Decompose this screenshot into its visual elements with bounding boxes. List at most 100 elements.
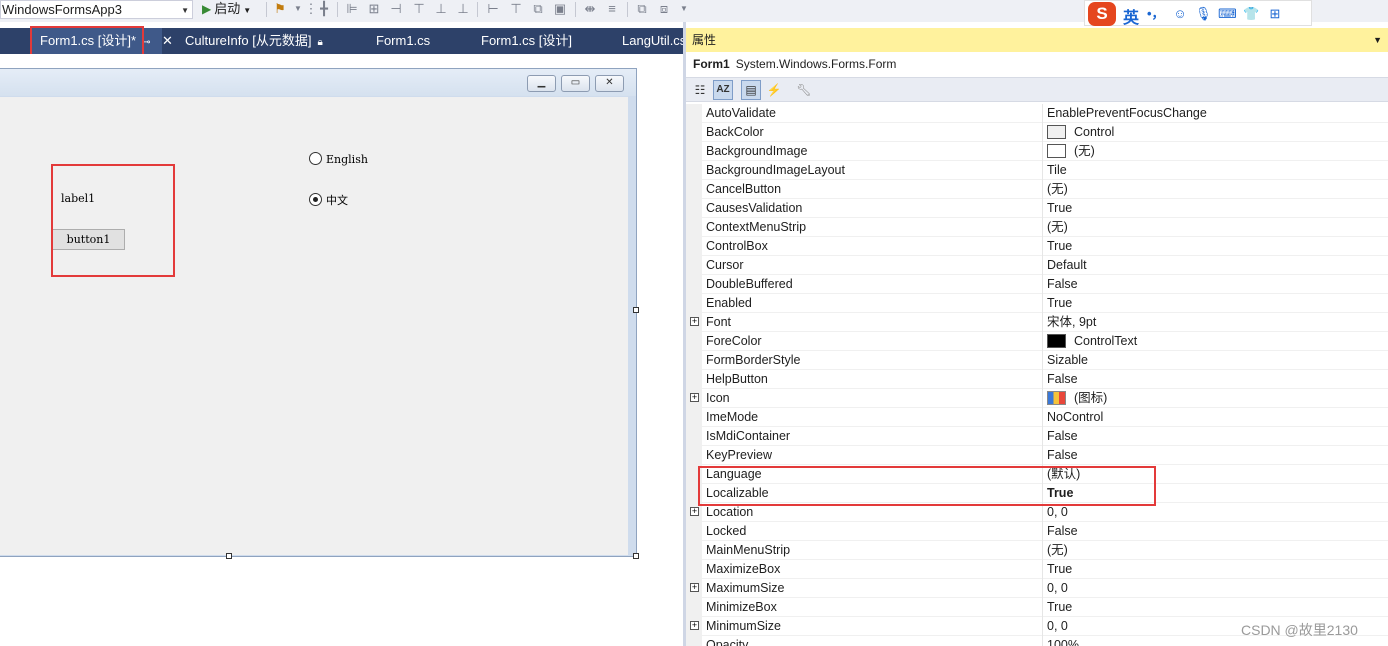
property-row-helpbutton[interactable]: HelpButton False [686, 370, 1388, 389]
tab-cultureinfo[interactable]: CultureInfo [从元数据] 🔒︎ [185, 28, 323, 54]
expand-plus-icon[interactable]: + [690, 583, 699, 592]
property-value[interactable]: True [1047, 294, 1072, 313]
tab-close-button[interactable]: ✕ [162, 28, 173, 54]
skin-shirt-icon[interactable]: 👕 [1243, 6, 1259, 22]
form1-window[interactable]: ▁ ▭ ✕ label1 button1 English 中文 [0, 68, 637, 557]
align-centers-icon[interactable]: ⊞ [366, 1, 382, 17]
size-to-grid-icon[interactable]: ▣ [552, 1, 568, 17]
microphone-icon[interactable]: 🎙 [1195, 6, 1212, 22]
property-value[interactable]: (无) [1047, 142, 1095, 161]
horizontal-spacing-icon[interactable]: ⇼ [582, 1, 598, 17]
chevron-down-icon[interactable]: ▼ [676, 1, 692, 17]
align-to-grid-icon[interactable]: ╋ [316, 1, 332, 17]
property-value[interactable]: 0, 0 [1047, 617, 1068, 636]
property-row-enabled[interactable]: Enabled True [686, 294, 1388, 313]
browser-link-icon[interactable]: ⚑ [272, 1, 288, 17]
property-value[interactable]: (图标) [1047, 389, 1107, 408]
property-value[interactable]: False [1047, 427, 1078, 446]
property-value[interactable]: (无) [1047, 180, 1068, 199]
radio-chinese[interactable]: 中文 [309, 192, 348, 208]
close-icon[interactable]: ✕ [162, 33, 173, 48]
property-row-maximumsize[interactable]: + MaximumSize 0, 0 [686, 579, 1388, 598]
tab-langutil[interactable]: LangUtil.cs [622, 28, 686, 54]
align-rights-icon[interactable]: ⊣ [388, 1, 404, 17]
align-bottoms-icon[interactable]: ⊥ [455, 1, 471, 17]
expand-plus-icon[interactable]: + [690, 507, 699, 516]
property-row-cursor[interactable]: Cursor Default [686, 256, 1388, 275]
tab-form1-code[interactable]: Form1.cs [376, 28, 430, 54]
expand-plus-icon[interactable]: + [690, 317, 699, 326]
property-row-icon[interactable]: + Icon (图标) [686, 389, 1388, 408]
property-value[interactable]: Sizable [1047, 351, 1088, 370]
toolbox-grid-icon[interactable]: ⊞ [1267, 6, 1283, 22]
property-value[interactable]: ControlText [1047, 332, 1137, 351]
property-row-ismdicontainer[interactable]: IsMdiContainer False [686, 427, 1388, 446]
send-to-back-icon[interactable]: ⧈ [656, 1, 672, 17]
property-row-doublebuffered[interactable]: DoubleBuffered False [686, 275, 1388, 294]
property-value[interactable]: NoControl [1047, 408, 1103, 427]
property-value[interactable]: (无) [1047, 541, 1068, 560]
resize-handle-corner[interactable] [633, 553, 639, 559]
punctuation-icon[interactable]: •， [1147, 6, 1165, 22]
make-same-width-icon[interactable]: ⊢ [485, 1, 501, 17]
property-value[interactable]: True [1047, 560, 1072, 579]
property-row-causesvalidation[interactable]: CausesValidation True [686, 199, 1388, 218]
property-value[interactable]: Tile [1047, 161, 1067, 180]
property-row-keypreview[interactable]: KeyPreview False [686, 446, 1388, 465]
property-row-maximizebox[interactable]: MaximizeBox True [686, 560, 1388, 579]
property-value[interactable]: False [1047, 522, 1078, 541]
property-row-backgroundimage[interactable]: BackgroundImage (无) [686, 142, 1388, 161]
property-value[interactable]: 100% [1047, 636, 1079, 646]
property-row-forecolor[interactable]: ForeColor ControlText [686, 332, 1388, 351]
property-row-autovalidate[interactable]: AutoValidate EnablePreventFocusChange [686, 104, 1388, 123]
property-row-controlbox[interactable]: ControlBox True [686, 237, 1388, 256]
property-row-minimizebox[interactable]: MinimizeBox True [686, 598, 1388, 617]
tab-form1-designer-2[interactable]: Form1.cs [设计] [481, 28, 572, 54]
property-value[interactable]: Control [1047, 123, 1114, 142]
property-value[interactable]: True [1047, 598, 1072, 617]
property-row-mainmenustrip[interactable]: MainMenuStrip (无) [686, 541, 1388, 560]
sogou-logo-icon[interactable]: S [1088, 2, 1116, 26]
radio-english[interactable]: English [309, 152, 368, 166]
categorized-icon[interactable]: ☷ [690, 80, 710, 100]
ime-language-toggle[interactable]: 英 [1123, 4, 1139, 28]
property-value[interactable]: False [1047, 446, 1078, 465]
bring-to-front-icon[interactable]: ⧉ [634, 1, 650, 17]
make-same-size-icon[interactable]: ⧉ [530, 1, 546, 17]
property-value[interactable]: Default [1047, 256, 1087, 275]
align-middles-icon[interactable]: ⊥ [433, 1, 449, 17]
resize-handle-bottom[interactable] [226, 553, 232, 559]
emoji-icon[interactable]: ☺ [1172, 6, 1188, 22]
chevron-down-icon[interactable]: ▼ [1373, 28, 1382, 52]
keyboard-icon[interactable]: ⌨ [1218, 6, 1237, 22]
make-same-height-icon[interactable]: ⊤ [508, 1, 524, 17]
property-value[interactable]: (无) [1047, 218, 1068, 237]
expand-plus-icon[interactable]: + [690, 621, 699, 630]
project-combo[interactable]: WindowsFormsApp3 ▼ [0, 0, 193, 19]
expand-plus-icon[interactable]: + [690, 393, 699, 402]
property-value[interactable]: False [1047, 370, 1078, 389]
property-row-formborderstyle[interactable]: FormBorderStyle Sizable [686, 351, 1388, 370]
property-value[interactable]: True [1047, 237, 1072, 256]
property-row-contextmenustrip[interactable]: ContextMenuStrip (无) [686, 218, 1388, 237]
alphabetical-icon[interactable]: AZ [713, 80, 733, 100]
property-pages-wrench-icon[interactable]: 🔧︎ [794, 80, 814, 100]
property-row-font[interactable]: + Font 宋体, 9pt [686, 313, 1388, 332]
property-row-locked[interactable]: Locked False [686, 522, 1388, 541]
events-lightning-icon[interactable]: ⚡ [764, 80, 784, 100]
properties-icon[interactable]: ▤ [741, 80, 761, 100]
vertical-spacing-icon[interactable]: ≡ [604, 1, 620, 17]
resize-handle-right[interactable] [633, 307, 639, 313]
property-value[interactable]: EnablePreventFocusChange [1047, 104, 1207, 123]
property-value[interactable]: True [1047, 199, 1072, 218]
start-button[interactable]: ▶ 启动 ▼ [202, 0, 251, 19]
property-value[interactable]: 0, 0 [1047, 579, 1068, 598]
property-value[interactable]: False [1047, 275, 1078, 294]
property-row-imemode[interactable]: ImeMode NoControl [686, 408, 1388, 427]
align-lefts-icon[interactable]: ⊫ [344, 1, 360, 17]
property-row-cancelbutton[interactable]: CancelButton (无) [686, 180, 1388, 199]
property-value[interactable]: 宋体, 9pt [1047, 313, 1096, 332]
property-row-backgroundimagelayout[interactable]: BackgroundImageLayout Tile [686, 161, 1388, 180]
object-selector[interactable]: Form1 System.Windows.Forms.Form [686, 54, 1388, 74]
property-row-backcolor[interactable]: BackColor Control [686, 123, 1388, 142]
